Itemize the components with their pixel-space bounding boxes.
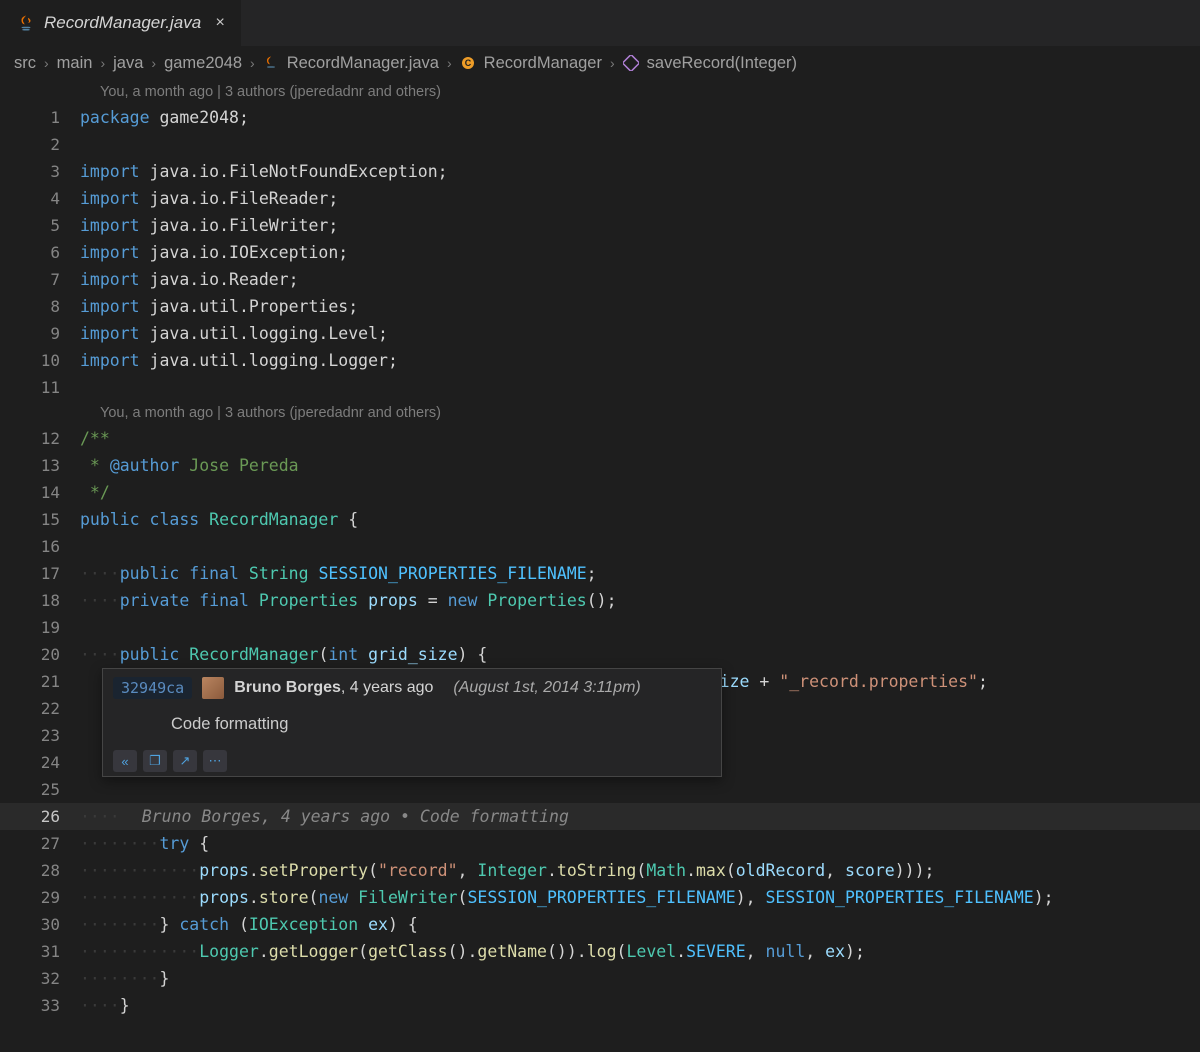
bc-method[interactable]: saveRecord(Integer) bbox=[647, 54, 797, 73]
line-number: 4 bbox=[0, 189, 80, 208]
java-file-icon bbox=[16, 13, 36, 33]
svg-text:C: C bbox=[464, 58, 471, 68]
prev-commit-icon[interactable]: « bbox=[113, 750, 137, 772]
code-line: import java.io.FileReader; bbox=[80, 189, 338, 208]
line-number: 15 bbox=[0, 510, 80, 529]
code-line: ····public RecordManager(int grid_size) … bbox=[80, 645, 487, 664]
line-number: 3 bbox=[0, 162, 80, 181]
method-icon bbox=[623, 55, 639, 71]
code-line: ········try { bbox=[80, 834, 209, 853]
line-number: 30 bbox=[0, 915, 80, 934]
codelens[interactable]: You, a month ago | 3 authors (jperedadnr… bbox=[0, 80, 1200, 104]
open-icon[interactable]: ↗ bbox=[173, 750, 197, 772]
code-line: ····public final String SESSION_PROPERTI… bbox=[80, 564, 597, 583]
close-icon[interactable]: × bbox=[215, 14, 224, 32]
code-line: import java.io.IOException; bbox=[80, 243, 348, 262]
line-number: 18 bbox=[0, 591, 80, 610]
line-number: 31 bbox=[0, 942, 80, 961]
line-number: 23 bbox=[0, 726, 80, 745]
line-number: 32 bbox=[0, 969, 80, 988]
bc-main[interactable]: main bbox=[57, 54, 93, 73]
breadcrumb: src› main› java› game2048› RecordManager… bbox=[0, 46, 1200, 80]
bc-pkg[interactable]: game2048 bbox=[164, 54, 242, 73]
code-line: package game2048; bbox=[80, 108, 249, 127]
line-number: 27 bbox=[0, 834, 80, 853]
line-number: 29 bbox=[0, 888, 80, 907]
inline-blame: Bruno Borges, 4 years ago • Code formatt… bbox=[142, 807, 569, 826]
line-number: 28 bbox=[0, 861, 80, 880]
line-number: 16 bbox=[0, 537, 80, 556]
line-number: 1 bbox=[0, 108, 80, 127]
code-line: import java.io.Reader; bbox=[80, 270, 299, 289]
tab-filename: RecordManager.java bbox=[44, 13, 201, 33]
line-number: 22 bbox=[0, 699, 80, 718]
code-line: import java.io.FileNotFoundException; bbox=[80, 162, 448, 181]
codelens[interactable]: You, a month ago | 3 authors (jperedadnr… bbox=[0, 401, 1200, 425]
commit-hash[interactable]: 32949ca bbox=[113, 677, 192, 699]
hover-ago: 4 years ago bbox=[350, 679, 434, 696]
avatar bbox=[202, 677, 224, 699]
line-number: 13 bbox=[0, 456, 80, 475]
hover-message: Code formatting bbox=[113, 699, 711, 748]
bc-java[interactable]: java bbox=[113, 54, 143, 73]
line-number: 25 bbox=[0, 780, 80, 799]
line-number: 6 bbox=[0, 243, 80, 262]
code-line: ····} bbox=[80, 996, 130, 1015]
copy-icon[interactable]: ❐ bbox=[143, 750, 167, 772]
line-number: 17 bbox=[0, 564, 80, 583]
line-number: 2 bbox=[0, 135, 80, 154]
line-number: 5 bbox=[0, 216, 80, 235]
class-icon: C bbox=[460, 55, 476, 71]
java-file-icon bbox=[263, 55, 279, 71]
code-line: import java.io.FileWriter; bbox=[80, 216, 338, 235]
hover-author: Bruno Borges bbox=[234, 679, 341, 696]
line-number: 26 bbox=[0, 807, 80, 826]
line-number: 8 bbox=[0, 297, 80, 316]
code-line: import java.util.Properties; bbox=[80, 297, 358, 316]
bc-file[interactable]: RecordManager.java bbox=[287, 54, 439, 73]
code-line: ············props.setProperty("record", … bbox=[80, 861, 934, 880]
bc-src[interactable]: src bbox=[14, 54, 36, 73]
line-number: 24 bbox=[0, 753, 80, 772]
code-line: ········} catch (IOException ex) { bbox=[80, 915, 418, 934]
line-number: 9 bbox=[0, 324, 80, 343]
bc-class[interactable]: RecordManager bbox=[484, 54, 602, 73]
code-line: ············Logger.getLogger(getClass().… bbox=[80, 942, 865, 961]
line-number: 20 bbox=[0, 645, 80, 664]
code-line: import java.util.logging.Logger; bbox=[80, 351, 398, 370]
code-line: ····Bruno Borges, 4 years ago • Code for… bbox=[80, 807, 569, 826]
tab-bar: RecordManager.java × bbox=[0, 0, 1200, 46]
code-line: ············props.store(new FileWriter(S… bbox=[80, 888, 1054, 907]
line-number: 33 bbox=[0, 996, 80, 1015]
line-number: 10 bbox=[0, 351, 80, 370]
line-number: 21 bbox=[0, 672, 80, 691]
code-editor[interactable]: You, a month ago | 3 authors (jperedadnr… bbox=[0, 80, 1200, 1019]
code-line: */ bbox=[80, 483, 110, 502]
line-number: 12 bbox=[0, 429, 80, 448]
line-number: 14 bbox=[0, 483, 80, 502]
git-blame-hover: 32949ca Bruno Borges, 4 years ago (Augus… bbox=[102, 668, 722, 777]
editor-tab[interactable]: RecordManager.java × bbox=[0, 0, 241, 46]
line-number: 11 bbox=[0, 378, 80, 397]
line-number: 7 bbox=[0, 270, 80, 289]
code-line: import java.util.logging.Level; bbox=[80, 324, 388, 343]
code-line: ····private final Properties props = new… bbox=[80, 591, 617, 610]
code-line: public class RecordManager { bbox=[80, 510, 358, 529]
hover-date: (August 1st, 2014 3:11pm) bbox=[453, 679, 640, 697]
code-line: /** bbox=[80, 429, 110, 448]
code-line: * @author Jose Pereda bbox=[80, 456, 299, 475]
line-number: 19 bbox=[0, 618, 80, 637]
hover-actions: « ❐ ↗ ⋯ bbox=[113, 748, 711, 772]
code-line: ········} bbox=[80, 969, 169, 988]
more-icon[interactable]: ⋯ bbox=[203, 750, 227, 772]
